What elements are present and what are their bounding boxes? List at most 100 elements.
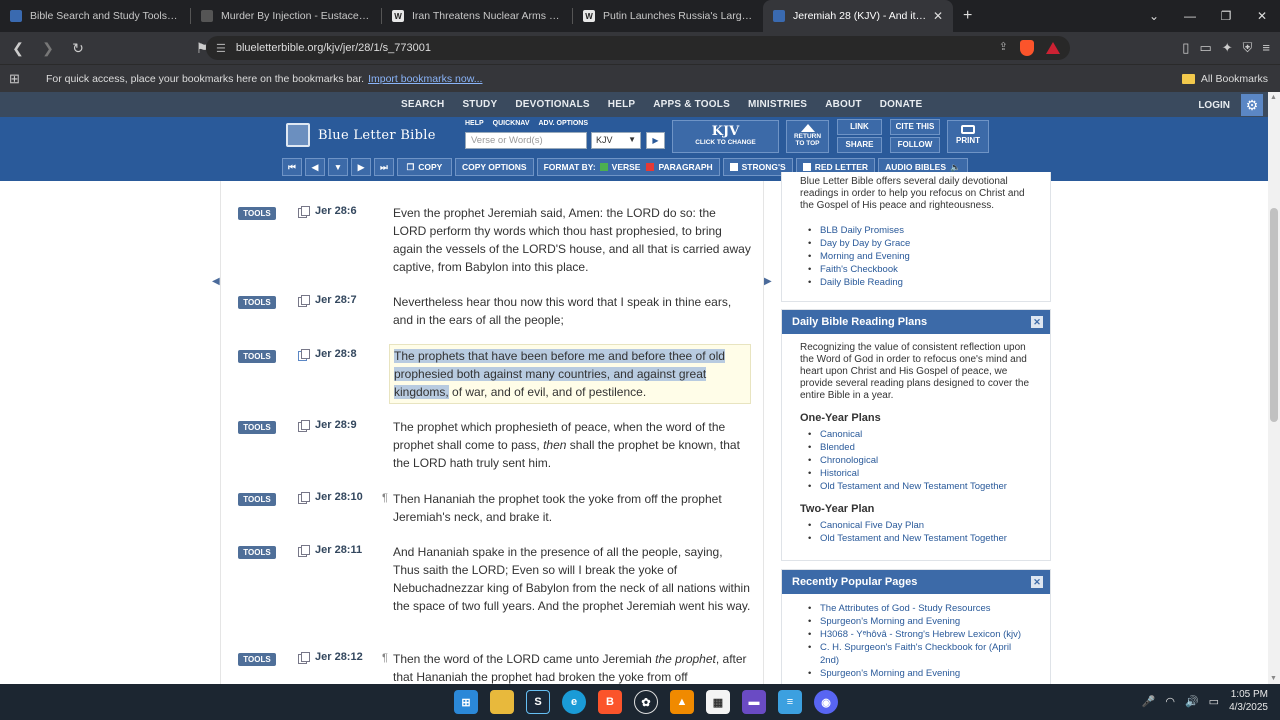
collapse-right-icon[interactable]: ▶ (764, 276, 772, 287)
tools-button[interactable]: TOOLS (238, 207, 276, 220)
plan-link[interactable]: Canonical (802, 428, 1032, 441)
link-button[interactable]: LINK (837, 119, 882, 135)
page-scrollbar[interactable]: ▲ ▼ (1268, 92, 1280, 684)
plan-link[interactable]: Canonical Five Day Plan (802, 519, 1032, 532)
brave-shields-icon[interactable] (1020, 40, 1034, 56)
plan-link[interactable]: Old Testament and New Testament Together (802, 480, 1032, 493)
verse-ref[interactable]: Jer 28:6 (315, 205, 357, 217)
tab-bible-search[interactable]: Bible Search and Study Tools - Blue (0, 0, 190, 32)
tools-button[interactable]: TOOLS (238, 296, 276, 309)
new-tab-icon[interactable]: + (963, 7, 972, 25)
copy-verse-icon[interactable] (298, 206, 310, 218)
sidebar-icon[interactable]: ▯ (1182, 40, 1189, 56)
first-chapter-icon[interactable]: ⏮ (282, 158, 302, 176)
popular-link[interactable]: Spurgeon's Morning and Evening (802, 615, 1032, 628)
brave-rewards-icon[interactable] (1046, 42, 1060, 54)
nav-donate[interactable]: DONATE (871, 99, 932, 110)
devotional-link[interactable]: Faith's Checkbook (802, 263, 1032, 276)
verse-ref[interactable]: Jer 28:8 (315, 348, 357, 360)
copy-button[interactable]: ❐ COPY (397, 158, 452, 176)
menu-icon[interactable]: ≡ (1262, 40, 1270, 56)
copy-verse-icon[interactable] (298, 295, 310, 307)
wifi-icon[interactable]: ◠ (1165, 695, 1175, 708)
close-tab-icon[interactable]: ✕ (933, 9, 943, 23)
popular-link[interactable]: The Attributes of God - Study Resources (802, 602, 1032, 615)
close-window-icon[interactable]: ✕ (1244, 9, 1280, 23)
forward-icon[interactable]: ❯ (36, 40, 60, 57)
tab-iran-threatens[interactable]: WIran Threatens Nuclear Arms Race a (382, 0, 572, 32)
next-chapter-icon[interactable]: ▶ (351, 158, 371, 176)
copy-verse-icon-checked[interactable] (298, 349, 310, 361)
back-icon[interactable]: ❮ (6, 40, 30, 57)
clock[interactable]: 1:05 PM 4/3/2025 (1229, 688, 1268, 714)
print-button[interactable]: PRINT (947, 120, 989, 153)
prev-chapter-icon[interactable]: ◀ (305, 158, 325, 176)
tab-search-icon[interactable]: ⌄ (1136, 9, 1172, 23)
verse-ref[interactable]: Jer 28:10 (315, 491, 363, 503)
plan-link[interactable]: Blended (802, 441, 1032, 454)
tab-murder-by-injection[interactable]: Murder By Injection - Eustace Mulli (191, 0, 381, 32)
devotional-link[interactable]: Daily Bible Reading (802, 276, 1032, 289)
adv-options-link[interactable]: ADV. OPTIONS (539, 120, 589, 127)
tools-button[interactable]: TOOLS (238, 493, 276, 506)
nav-apps-tools[interactable]: APPS & TOOLS (644, 99, 739, 110)
copy-verse-icon[interactable] (298, 492, 310, 504)
volume-icon[interactable]: 🔊 (1185, 695, 1199, 708)
nav-devotionals[interactable]: DEVOTIONALS (506, 99, 598, 110)
tools-button[interactable]: TOOLS (238, 653, 276, 666)
verse-ref[interactable]: Jer 28:7 (315, 294, 357, 306)
maximize-icon[interactable]: ❐ (1208, 9, 1244, 23)
chatgpt-icon[interactable]: ✿ (634, 690, 658, 714)
follow-button[interactable]: FOLLOW (890, 137, 940, 153)
cite-this-button[interactable]: CITE THIS (890, 119, 940, 135)
vpn-icon[interactable]: ⛨ (1243, 40, 1253, 56)
plan-link[interactable]: Historical (802, 467, 1032, 480)
popular-link[interactable]: C. H. Spurgeon's Faith's Checkbook for (… (802, 641, 1032, 667)
nav-about[interactable]: ABOUT (816, 99, 871, 110)
version-select[interactable]: KJV ▼ (591, 132, 641, 149)
popular-link[interactable]: H3068 - Yᵉhôvâ - Strong's Hebrew Lexicon… (802, 628, 1032, 641)
tools-button[interactable]: TOOLS (238, 421, 276, 434)
tools-button[interactable]: TOOLS (238, 546, 276, 559)
verse-ref[interactable]: Jer 28:11 (315, 544, 362, 556)
import-bookmarks-link[interactable]: Import bookmarks now... (368, 73, 482, 85)
scrollbar-thumb[interactable] (1270, 208, 1278, 422)
windows-start-icon[interactable]: ⊞ (454, 690, 478, 714)
share-button[interactable]: SHARE (837, 137, 882, 153)
popular-link[interactable]: Spurgeon's Morning and Evening (802, 667, 1032, 680)
verse-checkbox[interactable] (599, 163, 608, 171)
reload-icon[interactable]: ↻ (66, 40, 90, 57)
paragraph-checkbox[interactable] (646, 163, 655, 171)
nav-ministries[interactable]: MINISTRIES (739, 99, 816, 110)
gear-icon[interactable]: ⚙ (1241, 94, 1263, 116)
close-icon[interactable]: ✕ (1031, 576, 1043, 588)
address-bar[interactable]: ☰ blueletterbible.org/kjv/jer/28/1/s_773… (206, 36, 1070, 60)
version-change-button[interactable]: KJV CLICK TO CHANGE (672, 120, 779, 153)
plan-link[interactable]: Chronological (802, 454, 1032, 467)
extensions-icon[interactable]: ✦ (1222, 40, 1233, 56)
verse-ref[interactable]: Jer 28:12 (315, 651, 363, 663)
microphone-icon[interactable]: 🎤 (1142, 695, 1156, 708)
copy-verse-icon[interactable] (298, 652, 310, 664)
devotional-link[interactable]: BLB Daily Promises (802, 224, 1032, 237)
nav-study[interactable]: STUDY (453, 99, 506, 110)
steam-icon[interactable]: S (526, 690, 550, 714)
notepad-icon[interactable]: ≡ (778, 690, 802, 714)
tab-jeremiah-28[interactable]: Jeremiah 28 (KJV) - And it came✕ (763, 0, 953, 32)
vlc-icon[interactable]: ▲ (670, 690, 694, 714)
scroll-up-icon[interactable]: ▲ (1270, 94, 1277, 101)
search-help-link[interactable]: HELP (465, 120, 484, 127)
discord-icon[interactable]: ◉ (814, 690, 838, 714)
tab-putin-launches[interactable]: WPutin Launches Russia's Largest-Eve (573, 0, 763, 32)
collapse-left-icon[interactable]: ◀ (212, 276, 220, 287)
tools-button[interactable]: TOOLS (238, 350, 276, 363)
chapter-dropdown-icon[interactable]: ▼ (328, 158, 348, 176)
apps-grid-icon[interactable]: ⊞ (9, 71, 29, 87)
copy-verse-icon[interactable] (298, 545, 310, 557)
close-icon[interactable]: ✕ (1031, 316, 1043, 328)
wallet-icon[interactable]: ▭ (1199, 40, 1211, 56)
file-explorer-icon[interactable] (490, 690, 514, 714)
store-icon[interactable]: ▦ (706, 690, 730, 714)
site-logo[interactable]: Blue Letter Bible (286, 123, 436, 147)
brave-browser-icon[interactable]: B (598, 690, 622, 714)
